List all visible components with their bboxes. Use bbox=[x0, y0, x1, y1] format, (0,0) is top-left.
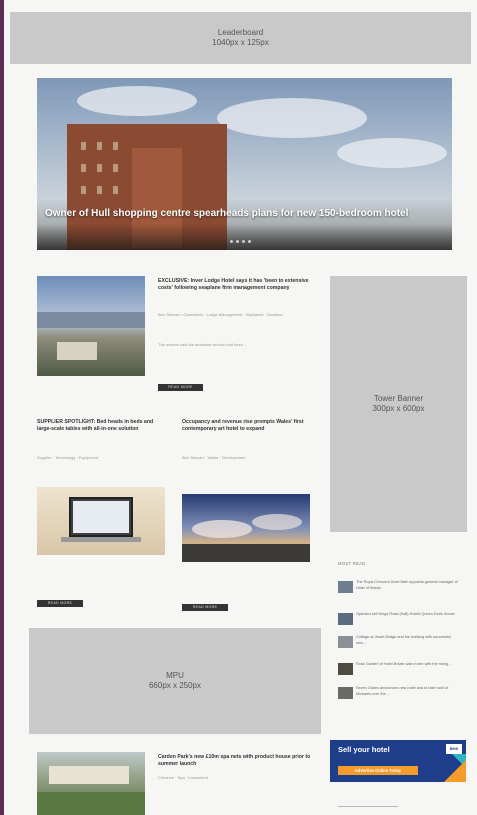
hero-cloud bbox=[337, 138, 447, 168]
mpu-ad[interactable]: MPU 660px x 250px bbox=[29, 628, 321, 734]
article-meta: Ben Stewart • Operations · Lodge Managem… bbox=[158, 312, 283, 317]
carousel-dot[interactable] bbox=[248, 240, 251, 243]
ad-decoration bbox=[444, 760, 466, 782]
most-read-item[interactable]: The Royal Crescent Hotel Bath appoints g… bbox=[338, 580, 458, 600]
thumb-cloud bbox=[252, 514, 302, 530]
most-read-title[interactable]: Rose Garden of Hotel Britain sale in lin… bbox=[356, 662, 458, 668]
most-read-item[interactable]: Operator sell Kings Road (Hall) Hotels Q… bbox=[338, 612, 458, 632]
carousel-dot[interactable] bbox=[230, 240, 233, 243]
most-read-title[interactable]: Operator sell Kings Road (Hall) Hotels Q… bbox=[356, 612, 458, 618]
most-read-thumb bbox=[338, 613, 353, 625]
most-read-thumb bbox=[338, 663, 353, 675]
read-more-button[interactable]: READ MORE bbox=[37, 600, 83, 607]
hero-window bbox=[113, 142, 118, 150]
hero-window bbox=[113, 186, 118, 194]
leaderboard-size: 1040px x 125px bbox=[212, 38, 269, 47]
mpu-label: MPU bbox=[166, 671, 184, 680]
article-headline[interactable]: Occupancy and revenue rise prompts Wales… bbox=[182, 419, 312, 433]
sell-ad-logo: BHS bbox=[446, 744, 462, 754]
tower-size: 300px x 600px bbox=[372, 404, 425, 413]
most-read-item[interactable]: Rose Garden of Hotel Britain sale in lin… bbox=[338, 662, 458, 682]
article-thumbnail[interactable] bbox=[182, 494, 310, 562]
read-more-button[interactable]: READ MORE bbox=[158, 384, 203, 391]
hero-shade bbox=[37, 224, 452, 250]
article-excerpt: The owners said the seaplane service had… bbox=[158, 342, 248, 347]
most-read-thumb bbox=[338, 636, 353, 648]
hero-cloud bbox=[217, 98, 367, 138]
hero-window bbox=[113, 164, 118, 172]
thumb-building bbox=[49, 766, 129, 784]
hero-window bbox=[81, 186, 86, 194]
thumb-lawn bbox=[37, 792, 145, 815]
tower-label: Tower Banner bbox=[373, 394, 424, 403]
thumb-laptop-base bbox=[61, 537, 141, 542]
hero-headline[interactable]: Owner of Hull shopping centre spearheads… bbox=[45, 208, 445, 220]
sell-your-hotel-ad[interactable]: Sell your hotel BHS Advertise Online Tod… bbox=[330, 740, 466, 782]
article-thumbnail[interactable] bbox=[37, 752, 145, 815]
most-read-item[interactable]: Seven Oakes announces new hotel and to t… bbox=[338, 686, 458, 706]
hero-window bbox=[97, 142, 102, 150]
hero-cloud bbox=[77, 86, 197, 116]
carousel-dot[interactable] bbox=[242, 240, 245, 243]
hero-carousel[interactable]: Owner of Hull shopping centre spearheads… bbox=[37, 78, 452, 250]
read-more-button[interactable]: READ MORE bbox=[182, 604, 228, 611]
advertise-button[interactable]: Advertise Online Today bbox=[338, 766, 418, 775]
thumb-screen-content bbox=[73, 501, 129, 533]
article-thumbnail[interactable] bbox=[37, 276, 145, 376]
leaderboard-ad[interactable]: Leaderboard 1040px x 125px bbox=[10, 12, 471, 64]
most-read-thumb bbox=[338, 687, 353, 699]
most-read-thumb bbox=[338, 581, 353, 593]
divider bbox=[338, 806, 398, 807]
tower-banner-ad[interactable]: Tower Banner 300px x 600px bbox=[330, 276, 467, 532]
thumb-building bbox=[57, 342, 97, 360]
carousel-dots[interactable] bbox=[230, 240, 251, 243]
hero-window bbox=[81, 142, 86, 150]
thumb-cloud bbox=[192, 520, 252, 538]
article-meta: Ben Stewart · Wales · Development bbox=[182, 455, 246, 460]
most-read-item[interactable]: Cottage at Jewel Bridge and the building… bbox=[338, 635, 458, 655]
hero-window bbox=[97, 186, 102, 194]
article-headline[interactable]: EXCLUSIVE: Inver Lodge Hotel says it has… bbox=[158, 278, 323, 292]
hero-window bbox=[81, 164, 86, 172]
thumb-ground bbox=[182, 544, 310, 562]
thumb-hills bbox=[37, 312, 145, 328]
article-meta: Supplier · Technology · Equipment bbox=[37, 455, 99, 460]
most-read-title[interactable]: Seven Oakes announces new hotel and to t… bbox=[356, 686, 458, 697]
sell-ad-title: Sell your hotel bbox=[338, 745, 390, 754]
article-headline[interactable]: Carden Park's new £10m spa nets with pro… bbox=[158, 754, 318, 768]
article-meta: Cheshire · Spa · Investment bbox=[158, 775, 208, 780]
most-read-title[interactable]: Cottage at Jewel Bridge and the building… bbox=[356, 635, 458, 646]
leaderboard-label: Leaderboard bbox=[217, 28, 264, 37]
article-headline[interactable]: SUPPLIER SPOTLIGHT: Bed heads in beds an… bbox=[37, 419, 165, 433]
carousel-dot[interactable] bbox=[236, 240, 239, 243]
most-read-title[interactable]: The Royal Crescent Hotel Bath appoints g… bbox=[356, 580, 458, 591]
hero-window bbox=[97, 164, 102, 172]
mpu-size: 660px x 250px bbox=[148, 681, 202, 690]
page: Leaderboard 1040px x 125px Owner of Hull… bbox=[4, 0, 477, 815]
article-thumbnail[interactable] bbox=[37, 487, 165, 555]
most-read-heading: MOST READ bbox=[338, 561, 366, 566]
